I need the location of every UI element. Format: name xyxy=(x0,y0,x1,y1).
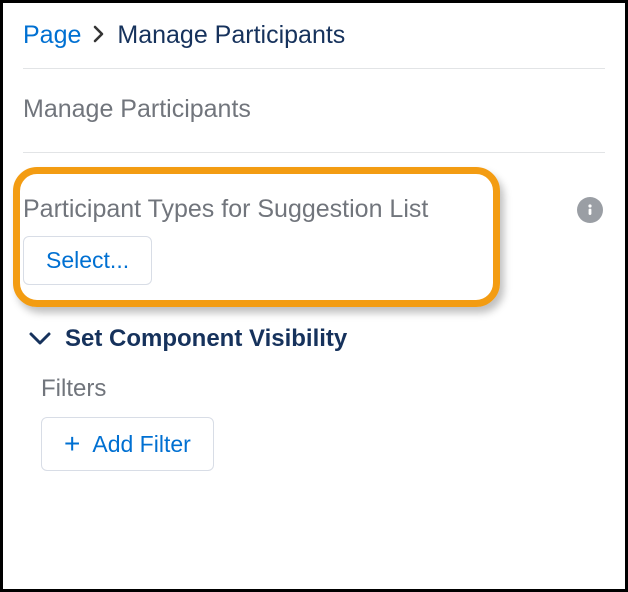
info-icon[interactable] xyxy=(577,197,603,223)
set-component-visibility-label: Set Component Visibility xyxy=(65,325,347,353)
plus-icon: + xyxy=(64,430,80,458)
filters-section: Filters + Add Filter xyxy=(23,375,605,471)
add-filter-label: Add Filter xyxy=(92,431,190,458)
add-filter-button[interactable]: + Add Filter xyxy=(41,417,214,471)
breadcrumb: Page Manage Participants xyxy=(23,21,605,69)
chevron-down-icon xyxy=(29,332,51,346)
participant-types-select-button[interactable]: Select... xyxy=(23,236,152,285)
participant-types-field: Participant Types for Suggestion List Se… xyxy=(23,195,605,285)
page-title: Manage Participants xyxy=(23,95,605,153)
breadcrumb-root-link[interactable]: Page xyxy=(23,21,81,50)
breadcrumb-current: Manage Participants xyxy=(117,21,345,50)
set-component-visibility-toggle[interactable]: Set Component Visibility xyxy=(23,319,605,375)
chevron-right-icon xyxy=(93,23,105,49)
filters-label: Filters xyxy=(41,375,605,403)
participant-types-label: Participant Types for Suggestion List xyxy=(23,195,547,224)
